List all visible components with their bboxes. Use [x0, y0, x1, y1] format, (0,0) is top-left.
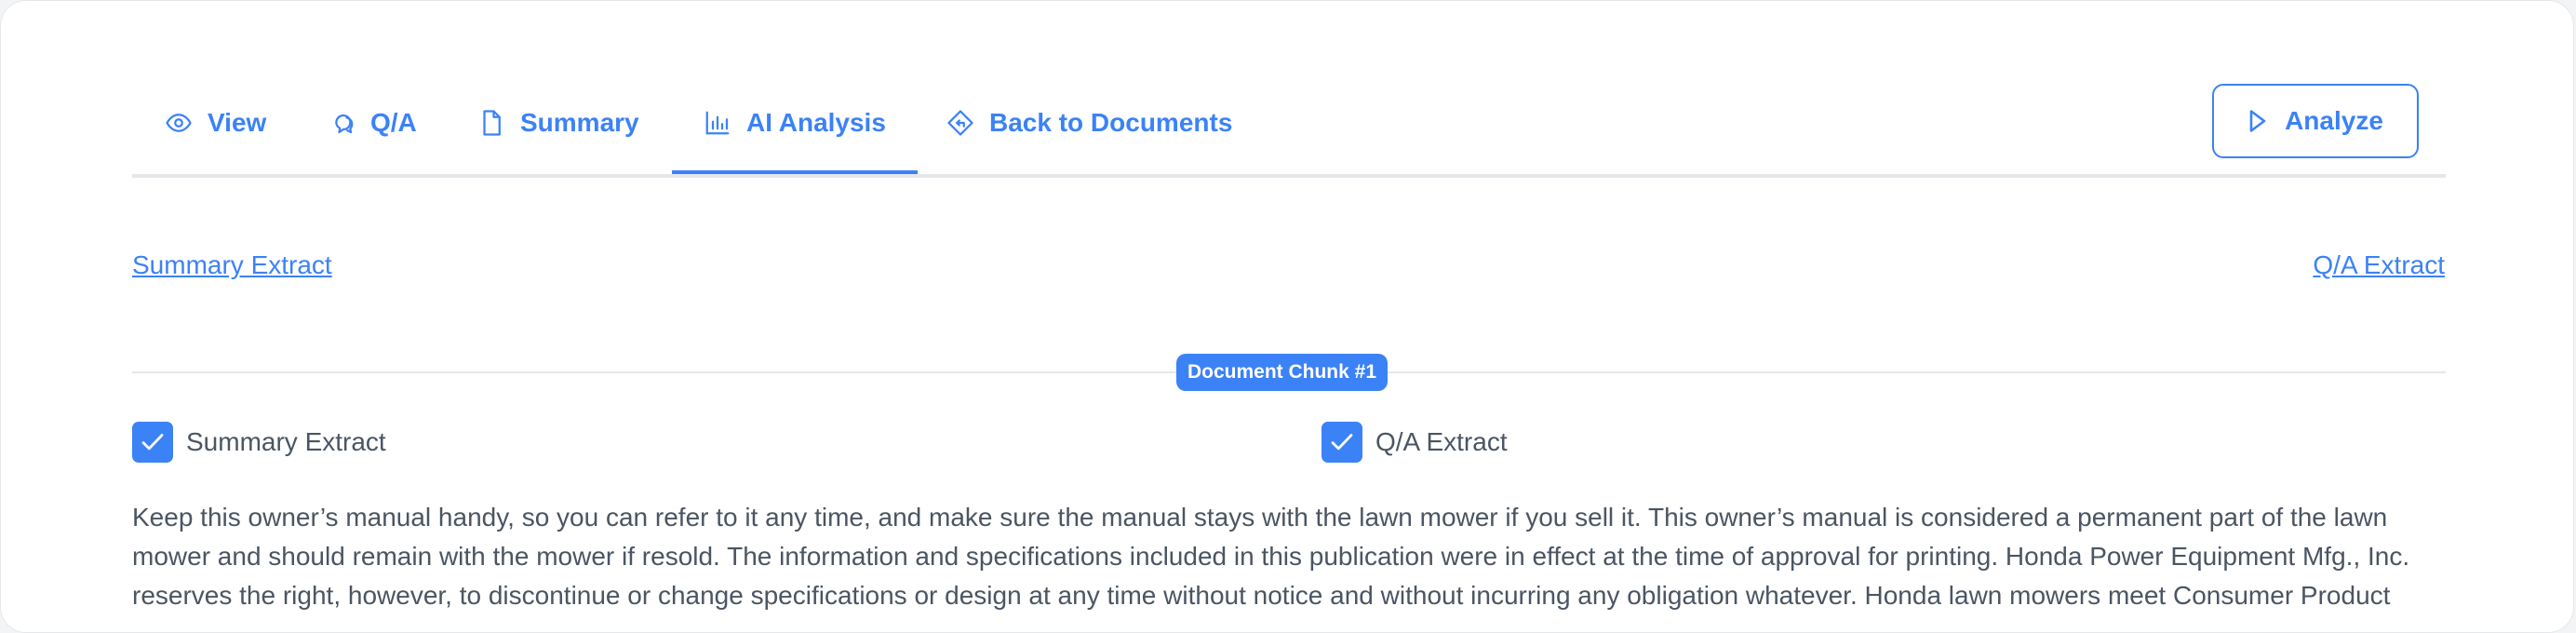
chat-bubbles-icon [335, 114, 354, 134]
tab-view-label: View [208, 108, 267, 137]
qa-extract-checkbox-label: Q/A Extract [1375, 427, 1508, 456]
analyze-button-label: Analyze [2285, 106, 2383, 135]
tab-summary[interactable]: Summary [477, 75, 639, 170]
document-chunk-badge: Document Chunk #1 [1176, 354, 1388, 391]
tab-ai-analysis[interactable]: AI Analysis [672, 75, 918, 174]
summary-extract-checkbox[interactable] [132, 422, 173, 463]
tab-summary-label: Summary [520, 108, 639, 137]
tab-back-to-documents-label: Back to Documents [989, 108, 1233, 137]
summary-extract-checkbox-row[interactable]: Summary Extract [132, 422, 386, 463]
tab-bar: View Q/A Summary AI Analysis Back to Doc… [132, 75, 2446, 178]
play-icon [2249, 110, 2266, 132]
document-chunk-text: Keep this owner’s manual handy, so you c… [132, 503, 2410, 610]
checkmark-icon [141, 434, 164, 451]
tab-qa-label: Q/A [370, 108, 417, 137]
summary-extract-link[interactable]: Summary Extract [132, 250, 332, 280]
bar-chart-icon [705, 111, 730, 135]
eye-icon [166, 114, 192, 132]
qa-extract-link[interactable]: Q/A Extract [2313, 250, 2445, 280]
tab-qa[interactable]: Q/A [328, 75, 417, 170]
main-card: View Q/A Summary AI Analysis Back to Doc… [0, 0, 2574, 633]
summary-extract-checkbox-label: Summary Extract [186, 427, 386, 456]
qa-extract-checkbox-row[interactable]: Q/A Extract [1322, 422, 1508, 463]
checkmark-icon [1331, 434, 1353, 451]
back-arrow-diamond-icon [947, 110, 973, 136]
document-icon [483, 110, 501, 136]
tab-view[interactable]: View [165, 75, 266, 170]
tab-ai-analysis-label: AI Analysis [746, 108, 886, 137]
qa-extract-checkbox[interactable] [1322, 422, 1362, 463]
tab-back-to-documents[interactable]: Back to Documents [946, 75, 1232, 170]
analyze-button[interactable]: Analyze [2212, 84, 2419, 158]
